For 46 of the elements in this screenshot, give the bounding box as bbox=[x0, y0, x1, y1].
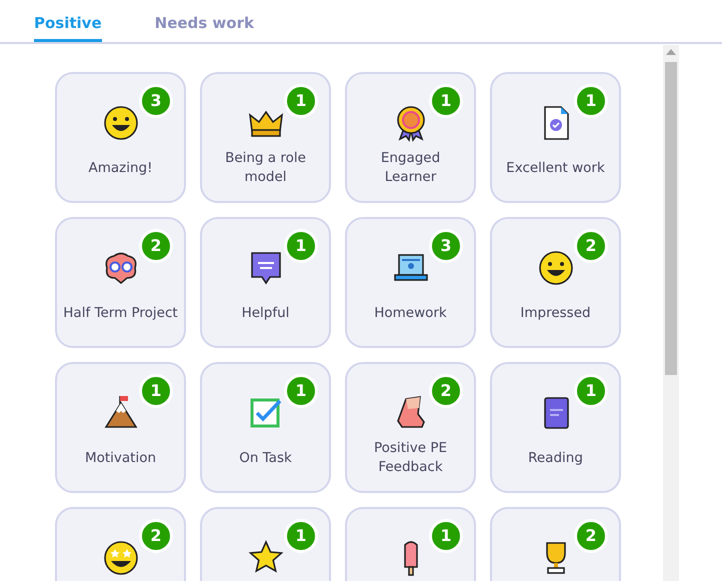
skill-label: Positive PE Feedback bbox=[372, 439, 448, 477]
count-badge: 1 bbox=[284, 229, 318, 263]
skill-card[interactable]: Excellent work 1 bbox=[490, 72, 621, 203]
skill-label: On Task bbox=[238, 448, 293, 468]
skill-card[interactable]: Amazing! 3 bbox=[55, 72, 186, 203]
skill-label: Being a role model bbox=[224, 149, 307, 187]
count-badge: 1 bbox=[574, 374, 608, 408]
count-badge: 1 bbox=[429, 519, 463, 553]
skill-card[interactable]: On Task 1 bbox=[200, 362, 331, 493]
skill-label: Motivation bbox=[84, 448, 158, 468]
scrollbar-thumb[interactable] bbox=[665, 62, 677, 375]
count-badge: 2 bbox=[429, 374, 463, 408]
skill-label: Half Term Project bbox=[62, 304, 179, 322]
count-badge: 2 bbox=[574, 229, 608, 263]
skill-label: Helpful bbox=[240, 304, 290, 322]
count-badge: 1 bbox=[429, 84, 463, 118]
count-badge: 2 bbox=[574, 519, 608, 553]
skill-card[interactable]: Being a role model 1 bbox=[200, 72, 331, 203]
scroll-up-icon[interactable] bbox=[666, 49, 676, 55]
count-badge: 3 bbox=[429, 229, 463, 263]
smiley-icon bbox=[102, 104, 140, 142]
count-badge: 2 bbox=[139, 519, 173, 553]
count-badge: 1 bbox=[139, 374, 173, 408]
skill-card[interactable]: Reading 1 bbox=[490, 362, 621, 493]
skill-label: Homework bbox=[373, 304, 448, 322]
skill-label: Impressed bbox=[519, 304, 592, 322]
skill-card[interactable]: Impressed 2 bbox=[490, 217, 621, 348]
skill-label: Excellent work bbox=[505, 158, 606, 178]
skill-card[interactable]: Motivation 1 bbox=[55, 362, 186, 493]
count-badge: 3 bbox=[139, 84, 173, 118]
count-badge: 1 bbox=[574, 84, 608, 118]
smiley-icon bbox=[536, 249, 574, 287]
count-badge: 1 bbox=[284, 84, 318, 118]
skill-card[interactable]: Half Term Project 2 bbox=[55, 217, 186, 348]
skill-card[interactable]: Engaged Learner 1 bbox=[345, 72, 476, 203]
skill-label: Reading bbox=[527, 448, 584, 468]
skill-label: Engaged Learner bbox=[380, 149, 442, 187]
star-eyes-smiley-icon bbox=[102, 539, 140, 577]
skill-label: Amazing! bbox=[87, 158, 154, 178]
scrollbar[interactable] bbox=[663, 45, 679, 581]
skill-card[interactable]: Positive PE Feedback 2 bbox=[345, 362, 476, 493]
count-badge: 1 bbox=[284, 519, 318, 553]
skill-card[interactable]: Helpful 1 bbox=[200, 217, 331, 348]
count-badge: 1 bbox=[284, 374, 318, 408]
skill-card[interactable]: Homework 3 bbox=[345, 217, 476, 348]
count-badge: 2 bbox=[139, 229, 173, 263]
